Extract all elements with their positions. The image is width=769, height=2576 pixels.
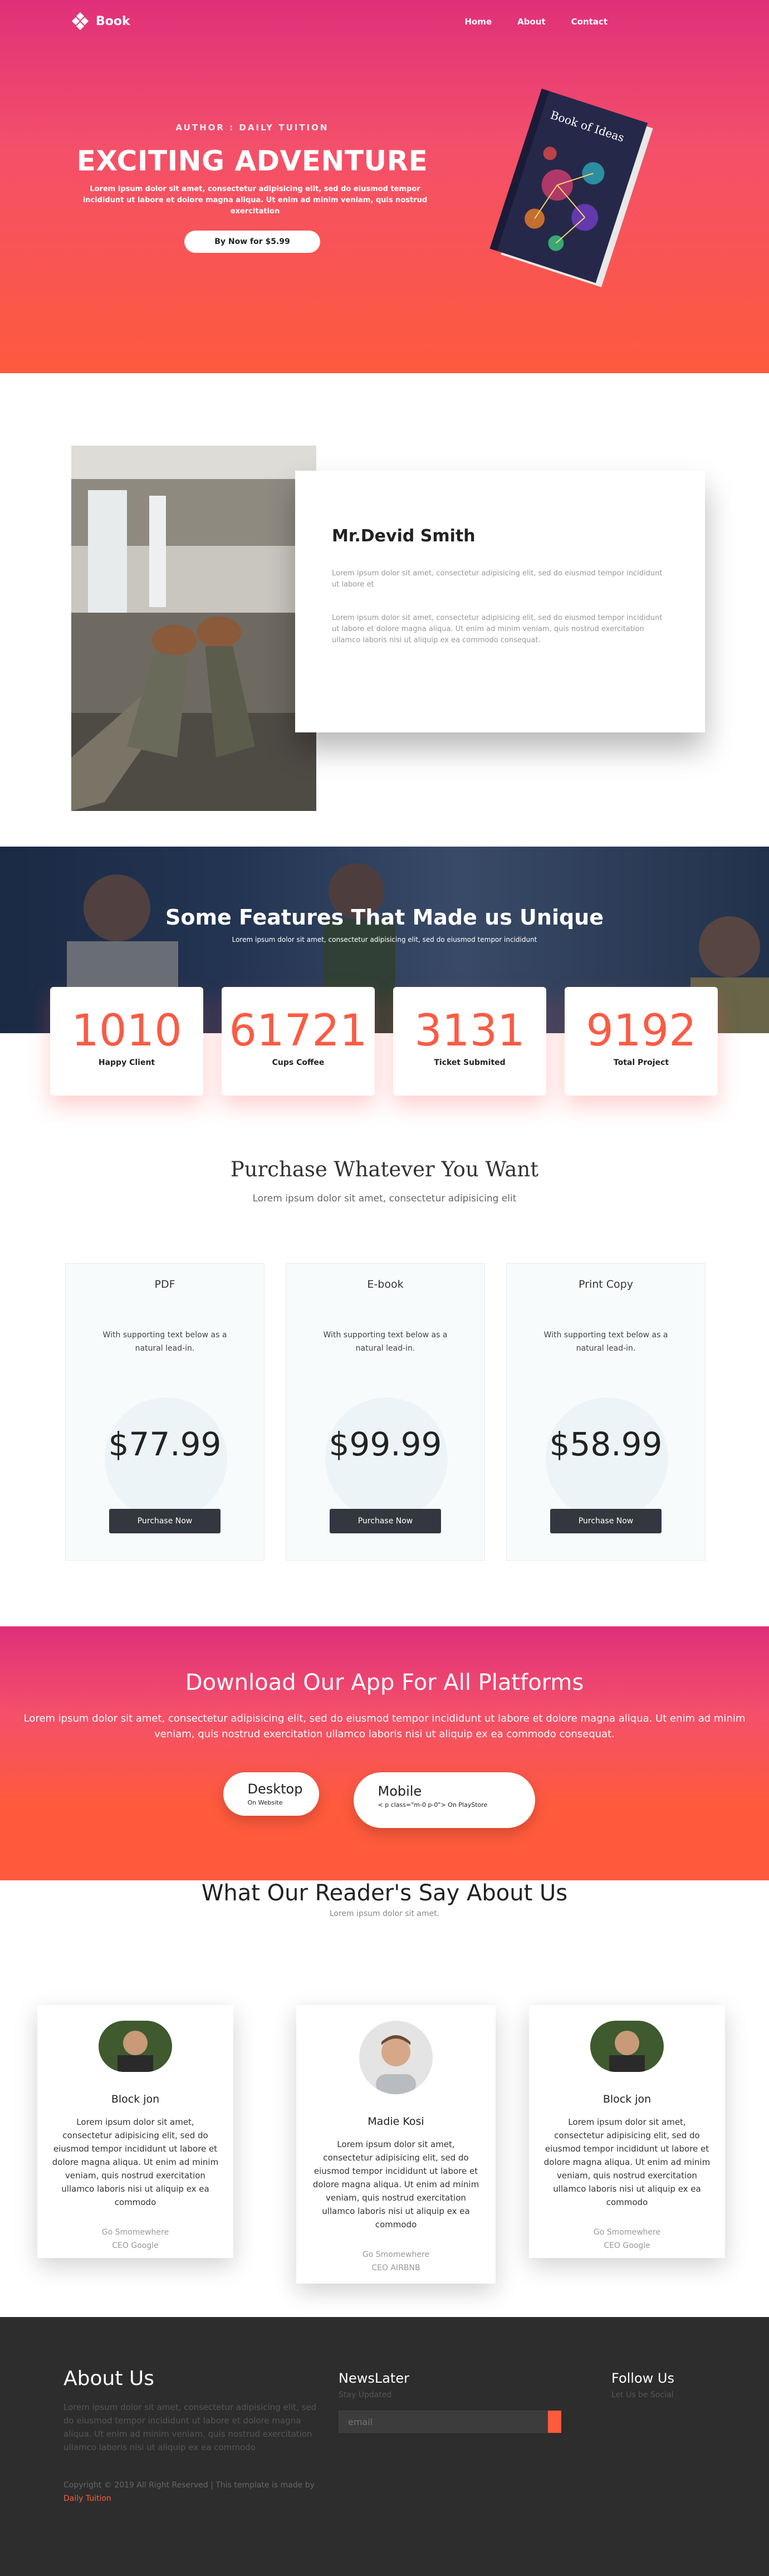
hero-title: EXCITING ADVENTURE [76, 145, 428, 177]
stat-card: 1010 Happy Client [50, 987, 203, 1096]
stat-label: Happy Client [98, 1058, 155, 1067]
hero-text: AUTHOR : DAILY TUITION EXCITING ADVENTUR… [71, 123, 433, 253]
footer: About Us Lorem ipsum dolor sit amet, con… [0, 2317, 769, 2576]
stat-value: 9192 [586, 1006, 697, 1056]
testimonial-role: CEO Google [112, 2241, 159, 2250]
stat-label: Ticket Submited [434, 1058, 506, 1067]
plan-card-print: Print Copy With supporting text below as… [506, 1263, 706, 1561]
features-subtitle: Lorem ipsum dolor sit amet, consectetur … [232, 936, 537, 944]
plan-name: PDF [154, 1278, 175, 1291]
nav-link-home[interactable]: Home [464, 17, 492, 27]
app-buttons: Desktop On Website Mobile < p class="m-0… [0, 1772, 769, 1828]
desktop-button-sub: On Website [247, 1799, 283, 1806]
footer-copyright: Copyright © 2019 All Right Reserved | Th… [63, 2479, 325, 2505]
pricing-plans: PDF With supporting text below as a natu… [65, 1263, 706, 1561]
app-title: Download Our App For All Platforms [185, 1670, 584, 1695]
testimonial-place: Go Smomewhere [593, 2228, 661, 2237]
app-download-section: Download Our App For All Platforms Lorem… [0, 1626, 769, 1880]
purchase-subtitle: Lorem ipsum dolor sit amet, consectetur … [252, 1193, 517, 1204]
hero-section: Book Home About Contact AUTHOR : DAILY T… [0, 0, 769, 373]
stat-value: 61721 [229, 1006, 368, 1056]
profile-image [71, 446, 316, 811]
newsletter-title: NewsLater [339, 2370, 409, 2386]
plan-card-pdf: PDF With supporting text below as a natu… [65, 1263, 265, 1561]
plan-name: Print Copy [579, 1278, 633, 1291]
testimonial-card: Madie Kosi Lorem ipsum dolor sit amet, c… [296, 2005, 496, 2284]
testimonial-body: Lorem ipsum dolor sit amet, consectetur … [52, 2117, 219, 2207]
testimonial-name: Block jon [111, 2093, 160, 2105]
nav-link-contact[interactable]: Contact [571, 17, 608, 27]
testimonial-name: Block jon [603, 2093, 652, 2105]
testimonial-place: Go Smomewhere [101, 2228, 169, 2237]
avatar [590, 2021, 664, 2072]
avatar [359, 2021, 433, 2094]
testimonial-card: Block jon Lorem ipsum dolor sit amet, co… [37, 2005, 233, 2258]
stat-label: Cups Coffee [272, 1058, 325, 1067]
copyright-text: Copyright © 2019 All Right Reserved | Th… [63, 2481, 315, 2490]
newsletter-submit-button[interactable] [548, 2411, 561, 2433]
purchase-title: Purchase Whatever You Want [230, 1157, 539, 1181]
footer-about-title: About Us [63, 2367, 154, 2390]
plan-price: $58.99 [549, 1425, 663, 1463]
plan-price: $99.99 [329, 1425, 442, 1463]
stat-value: 3131 [414, 1006, 525, 1056]
logo-icon [71, 12, 89, 30]
footer-about-text: Lorem ipsum dolor sit amet, consectetur … [63, 2402, 317, 2452]
mobile-button-sub: < p class="m-0 p-0"> On PlayStore [378, 1801, 488, 1808]
desktop-button[interactable]: Desktop On Website [223, 1772, 319, 1816]
purchase-now-button[interactable]: Purchase Now [109, 1509, 221, 1533]
hero-subtitle: AUTHOR : DAILY TUITION [175, 123, 329, 133]
purchase-now-button[interactable]: Purchase Now [550, 1509, 662, 1533]
testimonial-place: Go Smomewhere [362, 2250, 430, 2259]
testimonial-name: Madie Kosi [368, 2115, 424, 2128]
brand-name: Book [96, 14, 130, 28]
nav-links: Home About Contact [464, 17, 608, 27]
buy-now-button[interactable]: By Now for $5.99 [184, 231, 320, 253]
testimonial-role: CEO AIRBNB [371, 2264, 420, 2272]
plan-card-ebook: E-book With supporting text below as a n… [286, 1263, 485, 1561]
newsletter-email-input[interactable] [339, 2411, 548, 2433]
mobile-button-title: Mobile [378, 1783, 422, 1799]
profile-bio-long: Lorem ipsum dolor sit amet, consectetur … [332, 614, 663, 644]
plan-name: E-book [367, 1278, 404, 1291]
plan-description: With supporting text below as a natural … [102, 1331, 227, 1353]
stat-card: 3131 Ticket Submited [393, 987, 546, 1096]
profile-name: Mr.Devid Smith [332, 526, 476, 546]
book-image: Book of Ideas [489, 89, 653, 287]
plan-description: With supporting text below as a natural … [323, 1331, 448, 1353]
stat-label: Total Project [613, 1058, 669, 1067]
newsletter-subtitle: Stay Updated [339, 2391, 392, 2399]
stat-card: 61721 Cups Coffee [222, 987, 375, 1096]
avatar [99, 2021, 172, 2072]
stat-card: 9192 Total Project [565, 987, 718, 1096]
plan-price: $77.99 [108, 1425, 222, 1463]
nav-link-about[interactable]: About [517, 17, 546, 27]
follow-title: Follow Us [611, 2370, 674, 2386]
features-title: Some Features That Made us Unique [165, 905, 604, 930]
testimonial-body: Lorem ipsum dolor sit amet, consectetur … [543, 2117, 711, 2207]
stats-row: 1010 Happy Client 61721 Cups Coffee 3131… [50, 987, 718, 1096]
testimonials-title: What Our Reader's Say About Us [201, 1880, 568, 1906]
testimonials-subtitle: Lorem ipsum dolor sit amet. [329, 1909, 440, 1918]
navbar: Book Home About Contact [0, 0, 769, 45]
desktop-button-title: Desktop [247, 1781, 303, 1797]
testimonial-card: Block jon Lorem ipsum dolor sit amet, co… [529, 2005, 725, 2258]
testimonial-role: CEO Google [604, 2241, 650, 2250]
hero-description: Lorem ipsum dolor sit amet, consectetur … [82, 185, 428, 216]
brand[interactable]: Book [71, 12, 130, 30]
follow-subtitle: Let Us be Social [611, 2391, 674, 2399]
copyright-link[interactable]: Daily Tuition [63, 2494, 111, 2503]
purchase-now-button[interactable]: Purchase Now [330, 1509, 441, 1533]
plan-description: With supporting text below as a natural … [543, 1331, 668, 1353]
stat-value: 1010 [71, 1006, 182, 1056]
testimonial-body: Lorem ipsum dolor sit amet, consectetur … [312, 2139, 479, 2230]
mobile-button[interactable]: Mobile < p class="m-0 p-0"> On PlayStore [353, 1772, 535, 1828]
profile-card: Mr.Devid Smith Lorem ipsum dolor sit ame… [295, 471, 705, 732]
app-description: Lorem ipsum dolor sit amet, consectetur … [23, 1713, 746, 1740]
profile-bio-short: Lorem ipsum dolor sit amet, consectetur … [332, 569, 663, 589]
